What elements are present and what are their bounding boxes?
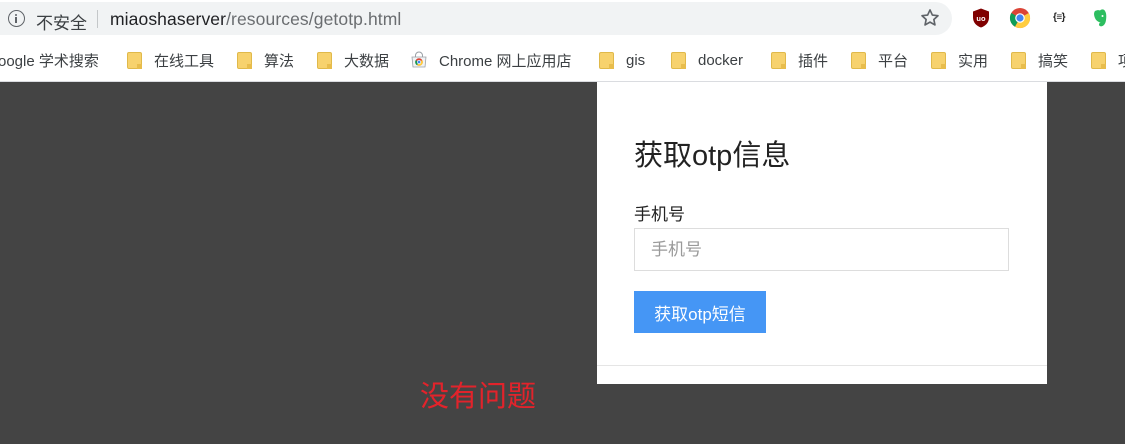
bookmark-chrome-webstore[interactable]: Chrome 网上应用店 xyxy=(410,49,572,71)
ublock-origin-icon[interactable]: uo xyxy=(970,7,992,29)
bookmark-platform[interactable]: 平台 xyxy=(851,49,908,71)
card-divider xyxy=(597,365,1047,366)
bookmark-algorithms[interactable]: 算法 xyxy=(237,49,294,71)
json-viewer-icon[interactable]: {≡} xyxy=(1048,7,1070,29)
chrome-icon[interactable] xyxy=(1009,7,1031,29)
get-otp-button[interactable]: 获取otp短信 xyxy=(634,291,766,333)
folder-icon xyxy=(599,51,614,69)
phone-input[interactable] xyxy=(634,228,1009,271)
bookmark-label: 平台 xyxy=(878,52,909,70)
bookmark-label: docker xyxy=(698,51,744,69)
chrome-webstore-icon xyxy=(411,51,427,68)
phone-label: 手机号 xyxy=(634,205,685,224)
folder-icon xyxy=(237,51,252,69)
folder-icon xyxy=(931,51,946,69)
bookmark-online-tools[interactable]: 在线工具 xyxy=(127,49,214,71)
folder-icon xyxy=(127,51,142,69)
url-text[interactable]: miaoshaserver/resources/getotp.html xyxy=(110,9,401,30)
bookmark-star-icon[interactable] xyxy=(919,7,941,29)
bookmark-label: 大数据 xyxy=(344,52,390,70)
folder-icon xyxy=(1091,51,1106,69)
bookmark-label: Chrome 网上应用店 xyxy=(439,52,572,70)
bookmark-label: 实用 xyxy=(958,52,989,70)
bookmark-big-data[interactable]: 大数据 xyxy=(317,49,389,71)
bookmark-label: 项 xyxy=(1118,50,1125,71)
info-icon[interactable] xyxy=(8,10,25,27)
bookmark-label: 算法 xyxy=(264,52,295,70)
bookmark-docker[interactable]: docker xyxy=(671,49,743,71)
bookmark-practical[interactable]: 实用 xyxy=(931,49,988,71)
folder-icon xyxy=(771,51,786,69)
address-divider xyxy=(97,10,98,28)
bookmarks-bar: oogle 学术搜索 在线工具 算法 大数据 Chrome 网上应用店 gis … xyxy=(0,38,1125,82)
folder-icon xyxy=(1011,51,1026,69)
address-bar[interactable]: 不安全 miaoshaserver/resources/getotp.html xyxy=(0,2,952,35)
annotation-text: 没有问题 xyxy=(420,381,537,413)
url-path: /resources/getotp.html xyxy=(226,9,402,29)
bookmark-label: oogle 学术搜索 xyxy=(0,52,99,70)
bookmark-google-scholar[interactable]: oogle 学术搜索 xyxy=(0,49,99,71)
security-label[interactable]: 不安全 xyxy=(36,9,87,34)
evernote-icon[interactable] xyxy=(1089,7,1111,29)
bookmark-plugins[interactable]: 插件 xyxy=(771,49,828,71)
folder-icon xyxy=(851,51,866,69)
url-host: miaoshaserver xyxy=(110,9,227,29)
page-title: 获取otp信息 xyxy=(634,140,791,172)
bookmark-label: 插件 xyxy=(798,52,829,70)
folder-icon xyxy=(317,51,332,69)
folder-icon xyxy=(671,51,686,69)
bookmark-funny[interactable]: 搞笑 xyxy=(1011,49,1068,71)
bookmark-label: 在线工具 xyxy=(154,52,215,70)
bookmark-gis[interactable]: gis xyxy=(599,49,645,71)
browser-toolbar: 不安全 miaoshaserver/resources/getotp.html … xyxy=(0,0,1125,38)
bookmark-label: gis xyxy=(626,51,646,69)
bookmark-project[interactable]: 项 xyxy=(1091,49,1125,71)
otp-form-card: 获取otp信息 手机号 获取otp短信 xyxy=(597,82,1047,384)
ublock-origin-label: uo xyxy=(976,14,986,23)
bookmark-label: 搞笑 xyxy=(1038,52,1069,70)
